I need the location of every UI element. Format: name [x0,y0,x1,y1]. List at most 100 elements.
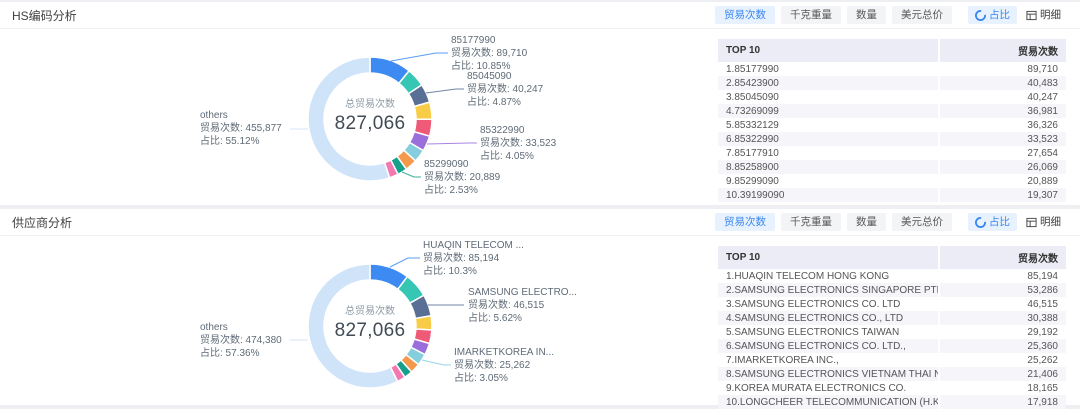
table-row: 6.SAMSUNG ELECTRONICS CO. LTD.,25,360 [718,339,1066,353]
row-label: 1.85177990 [718,62,938,76]
donut-slice[interactable] [415,316,432,330]
view-button-label: 明细 [1040,9,1061,21]
callout-value: 贸易次数: 455,877 [200,122,282,135]
view-button-label: 占比 [989,216,1010,228]
row-label: 4.SAMSUNG ELECTRONICS CO., LTD [718,311,938,325]
table-row: 5.8533212936,326 [718,118,1066,132]
page-title: HS编码分析 [12,7,77,24]
row-value: 30,388 [938,311,1066,325]
row-label: 8.85258900 [718,160,938,174]
table-icon [1026,217,1037,228]
slice-callout: others贸易次数: 474,380占比: 57.36% [200,321,282,360]
callout-percent: 占比: 4.87% [467,96,543,109]
row-value: 17,918 [938,395,1066,409]
table-row: 7.IMARKETKOREA INC.,25,262 [718,353,1066,367]
row-value: 53,286 [938,283,1066,297]
view-toggle-group: 占比 明细 [968,213,1068,231]
table-icon [1026,10,1037,21]
table-header-metric: 贸易次数 [938,39,1066,62]
callout-leader-line [390,258,420,267]
row-label: 3.85045090 [718,90,938,104]
view-toggle-group: 占比 明细 [968,6,1068,24]
donut-slice[interactable] [308,57,390,181]
table-row: 2.8542390040,483 [718,76,1066,90]
callout-percent: 占比: 2.53% [424,184,500,197]
row-value: 40,483 [938,76,1066,90]
metric-button[interactable]: 数量 [847,6,886,24]
metric-button[interactable]: 千克重量 [781,6,841,24]
callout-value: 贸易次数: 46,515 [468,299,577,312]
callout-title: 85045090 [467,70,543,83]
view-button-label: 占比 [989,9,1010,21]
table-header-metric: 贸易次数 [938,246,1066,269]
table-row: 10.3919909019,307 [718,188,1066,202]
table-row: 8.8525890026,069 [718,160,1066,174]
table-row: 6.8532299033,523 [718,132,1066,146]
row-value: 27,654 [938,146,1066,160]
table-row: 1.HUAQIN TELECOM HONG KONG85,194 [718,269,1066,283]
callout-title: 85299090 [424,158,500,171]
top10-table: TOP 10 贸易次数 1.8517799089,7102.8542390040… [718,39,1066,202]
callout-leader-line [427,143,477,144]
slice-callout: HUAQIN TELECOM ...贸易次数: 85,194占比: 10.3% [423,239,524,278]
table-row: 3.SAMSUNG ELECTRONICS CO. LTD46,515 [718,297,1066,311]
metric-button[interactable]: 贸易次数 [715,6,775,24]
detail-view-button[interactable]: 明细 [1019,213,1068,231]
metric-button[interactable]: 美元总价 [892,213,952,231]
table-header-top10: TOP 10 [718,248,938,267]
row-value: 36,981 [938,104,1066,118]
metric-button[interactable]: 美元总价 [892,6,952,24]
table-rows: 1.HUAQIN TELECOM HONG KONG85,1942.SAMSUN… [718,269,1066,409]
row-value: 25,360 [938,339,1066,353]
view-button-label: 明细 [1040,216,1061,228]
slice-callout: 85299090贸易次数: 20,889占比: 2.53% [424,158,500,197]
panel-header: 供应商分析 贸易次数千克重量数量美元总价占比明细 [0,209,1080,236]
callout-percent: 占比: 57.36% [200,347,282,360]
table-rows: 1.8517799089,7102.8542390040,4833.850450… [718,62,1066,202]
slice-callout: others贸易次数: 455,877占比: 55.12% [200,109,282,148]
table-header-row: TOP 10 贸易次数 [718,39,1066,62]
slice-callout: SAMSUNG ELECTRO...贸易次数: 46,515占比: 5.62% [468,286,577,325]
callout-percent: 占比: 5.62% [468,312,577,325]
callout-leader-line [391,53,448,61]
table-row: 4.SAMSUNG ELECTRONICS CO., LTD30,388 [718,311,1066,325]
donut-chart: 总贸易次数 827,066 HUAQIN TELECOM ...贸易次数: 85… [0,236,712,405]
panel-header: HS编码分析 贸易次数千克重量数量美元总价 占比 明细 [0,2,1080,29]
callout-leader-line [426,89,464,93]
callout-value: 贸易次数: 89,710 [451,47,527,60]
row-label: 4.73269099 [718,104,938,118]
table-row: 9.8529909020,889 [718,174,1066,188]
toolbar: 贸易次数千克重量数量美元总价 占比 明细 [715,6,1068,24]
table-row: 7.8517791027,654 [718,146,1066,160]
row-value: 33,523 [938,132,1066,146]
row-label: 10.39199090 [718,188,938,202]
metric-button[interactable]: 数量 [847,213,886,231]
table-row: 10.LONGCHEER TELECOMMUNICATION (H.K.)17,… [718,395,1066,409]
row-value: 46,515 [938,297,1066,311]
callout-value: 贸易次数: 33,523 [480,137,556,150]
callout-title: 85177990 [451,34,527,47]
donut-chart: 总贸易次数 827,066 85177990贸易次数: 89,710占比: 10… [0,29,712,205]
top10-table: TOP 10 贸易次数 1.HUAQIN TELECOM HONG KONG85… [718,246,1066,409]
metric-button[interactable]: 贸易次数 [715,213,775,231]
metric-button[interactable]: 千克重量 [781,213,841,231]
row-label: 9.KOREA MURATA ELECTRONICS CO. [718,381,938,395]
callout-value: 贸易次数: 25,262 [454,359,554,372]
callout-leader-line [402,172,421,177]
callout-title: SAMSUNG ELECTRO... [468,286,577,299]
callout-title: others [200,321,282,334]
detail-view-button[interactable]: 明细 [1019,6,1068,24]
ratio-view-button[interactable]: 占比 [968,213,1017,231]
callout-value: 贸易次数: 40,247 [467,83,543,96]
row-value: 20,889 [938,174,1066,188]
callout-value: 贸易次数: 20,889 [424,171,500,184]
pie-icon [975,10,986,21]
row-label: 8.SAMSUNG ELECTRONICS VIETNAM THAI NG [718,367,938,381]
row-label: 7.85177910 [718,146,938,160]
panel-body: 总贸易次数 827,066 85177990贸易次数: 89,710占比: 10… [0,29,1080,205]
ratio-view-button[interactable]: 占比 [968,6,1017,24]
table-header-top10: TOP 10 [718,41,938,60]
analysis-dashboard: HS编码分析 贸易次数千克重量数量美元总价占比明细 总贸易次数 827,066 … [0,0,1080,405]
slice-callout: 85045090贸易次数: 40,247占比: 4.87% [467,70,543,109]
table-row: 4.7326909936,981 [718,104,1066,118]
